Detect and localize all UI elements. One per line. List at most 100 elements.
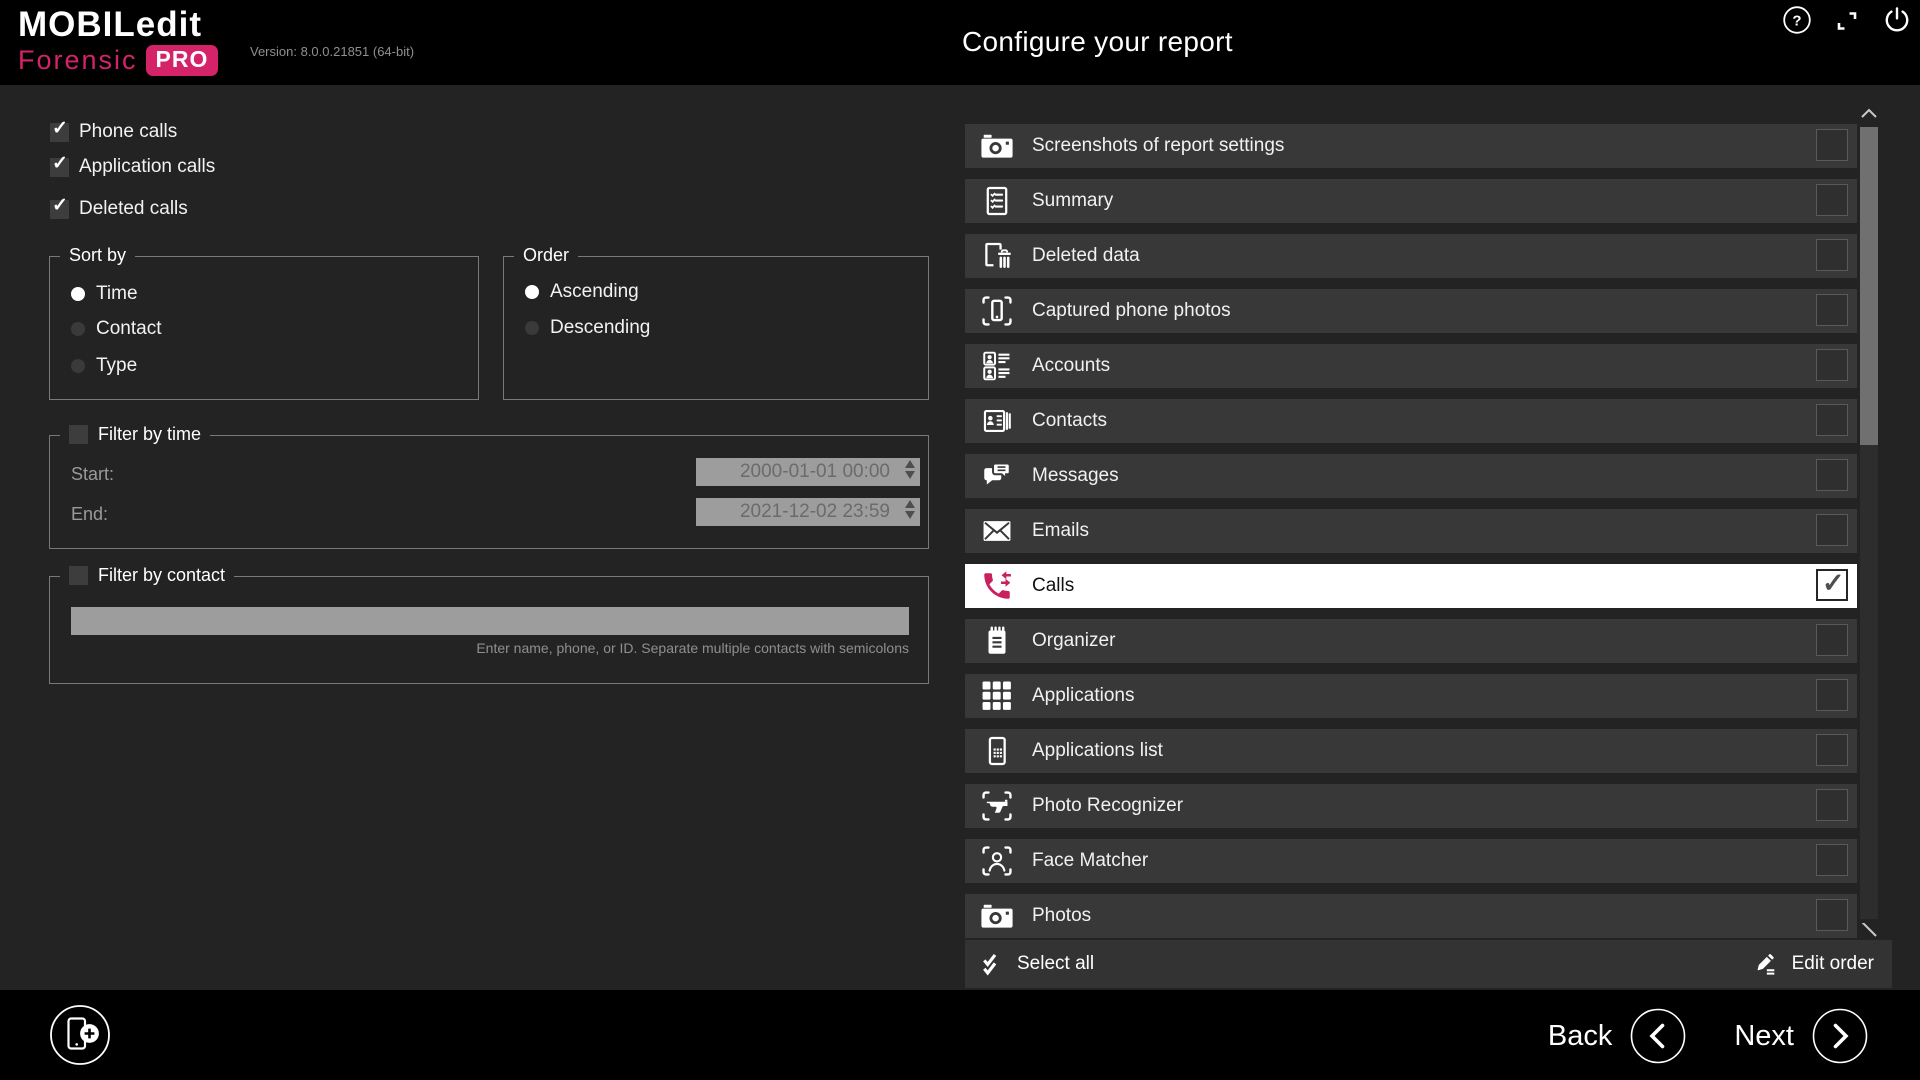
report-section-checkbox[interactable]	[1816, 899, 1848, 931]
sections-toolbar: Select all Edit order	[965, 940, 1892, 988]
start-spin-up-icon[interactable]	[905, 460, 915, 468]
report-section-row[interactable]: Contacts	[965, 399, 1857, 443]
report-section-row[interactable]: Face Matcher	[965, 839, 1857, 883]
deleted-data-icon	[980, 239, 1014, 273]
report-section-row[interactable]: Deleted data	[965, 234, 1857, 278]
order-ascending-label: Ascending	[550, 281, 639, 303]
back-button-label[interactable]: Back	[1548, 1020, 1612, 1053]
phone-calls-checkbox[interactable]	[50, 123, 69, 142]
report-section-checkbox[interactable]	[1816, 459, 1848, 491]
report-section-label: Photos	[1032, 905, 1091, 927]
sort-type-option[interactable]: Type	[71, 355, 137, 377]
deleted-calls-option[interactable]: Deleted calls	[50, 197, 188, 221]
end-datetime-input[interactable]: 2021-12-02 23:59	[696, 498, 920, 526]
report-section-row[interactable]: Captured phone photos	[965, 289, 1857, 333]
order-ascending-option[interactable]: Ascending	[525, 281, 639, 303]
filter-by-time-group: Filter by time Start: 2000-01-01 00:00 E…	[49, 435, 929, 549]
snap-layout-icon[interactable]	[1834, 8, 1860, 34]
application-calls-checkbox[interactable]	[50, 158, 69, 177]
report-section-label: Summary	[1032, 190, 1113, 212]
contact-filter-input[interactable]	[71, 607, 909, 635]
report-section-label: Messages	[1032, 465, 1119, 487]
report-section-checkbox[interactable]	[1816, 569, 1848, 601]
end-spin-up-icon[interactable]	[905, 500, 915, 508]
start-datetime-input[interactable]: 2000-01-01 00:00	[696, 458, 920, 486]
photo-recognizer-icon	[980, 789, 1014, 823]
captured-phone-icon	[980, 294, 1014, 328]
next-button-label[interactable]: Next	[1734, 1020, 1794, 1053]
start-spin-down-icon[interactable]	[905, 471, 915, 479]
sort-contact-label: Contact	[96, 318, 161, 340]
order-descending-option[interactable]: Descending	[525, 317, 650, 339]
scroll-down-icon[interactable]	[1860, 923, 1878, 937]
sort-contact-radio[interactable]	[71, 322, 85, 336]
contacts-icon	[980, 404, 1014, 438]
report-section-checkbox[interactable]	[1816, 239, 1848, 271]
camera-icon	[980, 899, 1014, 933]
select-all-button[interactable]: Select all	[977, 951, 1094, 978]
report-section-label: Calls	[1032, 575, 1074, 597]
help-icon[interactable]	[1782, 5, 1812, 35]
report-section-checkbox[interactable]	[1816, 404, 1848, 436]
sort-contact-option[interactable]: Contact	[71, 318, 161, 340]
report-section-row[interactable]: Emails	[965, 509, 1857, 553]
report-section-checkbox[interactable]	[1816, 734, 1848, 766]
sort-type-label: Type	[96, 355, 137, 377]
logo-mobiledit: MOBILedit	[18, 6, 218, 44]
application-calls-label: Application calls	[79, 156, 215, 178]
deleted-calls-checkbox[interactable]	[50, 200, 69, 219]
report-section-checkbox[interactable]	[1816, 129, 1848, 161]
report-section-row[interactable]: Photos	[965, 894, 1857, 938]
report-section-label: Face Matcher	[1032, 850, 1148, 872]
report-section-row[interactable]: Applications list	[965, 729, 1857, 773]
sort-time-option[interactable]: Time	[71, 283, 138, 305]
application-calls-option[interactable]: Application calls	[50, 155, 215, 179]
version-text: Version: 8.0.0.21851 (64-bit)	[250, 44, 414, 59]
filter-by-contact-checkbox[interactable]	[69, 566, 88, 585]
report-section-label: Applications list	[1032, 740, 1163, 762]
report-section-checkbox[interactable]	[1816, 624, 1848, 656]
report-section-checkbox[interactable]	[1816, 349, 1848, 381]
scroll-up-icon[interactable]	[1860, 106, 1878, 120]
report-section-row[interactable]: Photo Recognizer	[965, 784, 1857, 828]
report-section-row[interactable]: Organizer	[965, 619, 1857, 663]
report-section-row[interactable]: Summary	[965, 179, 1857, 223]
report-section-row[interactable]: Calls	[965, 564, 1857, 608]
report-section-label: Screenshots of report settings	[1032, 135, 1284, 157]
sort-type-radio[interactable]	[71, 359, 85, 373]
report-section-row[interactable]: Accounts	[965, 344, 1857, 388]
report-section-label: Applications	[1032, 685, 1134, 707]
sort-by-legend: Sort by	[69, 245, 126, 266]
order-descending-radio[interactable]	[525, 321, 539, 335]
report-section-label: Photo Recognizer	[1032, 795, 1183, 817]
report-section-checkbox[interactable]	[1816, 514, 1848, 546]
next-button[interactable]	[1812, 1008, 1868, 1064]
edit-order-button[interactable]: Edit order	[1752, 951, 1874, 978]
start-label: Start:	[71, 464, 114, 485]
filter-by-time-checkbox[interactable]	[69, 425, 88, 444]
report-section-checkbox[interactable]	[1816, 679, 1848, 711]
report-section-checkbox[interactable]	[1816, 844, 1848, 876]
report-section-row[interactable]: Messages	[965, 454, 1857, 498]
report-section-checkbox[interactable]	[1816, 184, 1848, 216]
end-spin-down-icon[interactable]	[905, 511, 915, 519]
footer-bar: Back Next	[0, 990, 1920, 1080]
sort-time-radio[interactable]	[71, 287, 85, 301]
report-section-row[interactable]: Screenshots of report settings	[965, 124, 1857, 168]
report-section-checkbox[interactable]	[1816, 294, 1848, 326]
power-icon[interactable]	[1882, 5, 1912, 35]
order-descending-label: Descending	[550, 317, 650, 339]
scrollbar-thumb[interactable]	[1860, 127, 1878, 445]
applications-icon	[980, 679, 1014, 713]
sort-time-label: Time	[96, 283, 138, 305]
phone-calls-label: Phone calls	[79, 121, 177, 143]
end-label: End:	[71, 504, 108, 525]
add-phone-button[interactable]	[49, 1004, 111, 1066]
phone-calls-option[interactable]: Phone calls	[50, 120, 177, 144]
report-section-row[interactable]: Applications	[965, 674, 1857, 718]
report-section-checkbox[interactable]	[1816, 789, 1848, 821]
scrollbar-track[interactable]	[1860, 127, 1878, 919]
order-ascending-radio[interactable]	[525, 285, 539, 299]
back-button[interactable]	[1630, 1008, 1686, 1064]
report-section-label: Captured phone photos	[1032, 300, 1231, 322]
